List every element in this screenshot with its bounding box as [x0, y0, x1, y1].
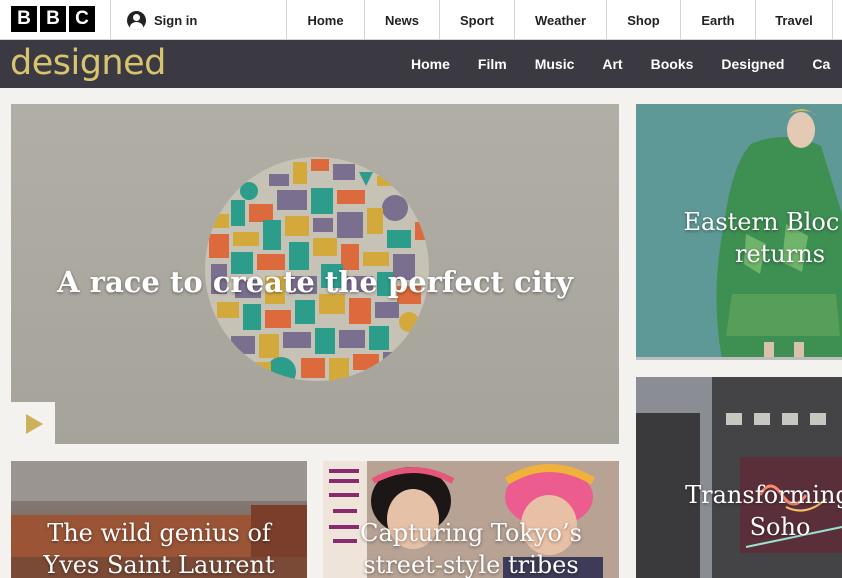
- section-nav-designed[interactable]: Designed: [707, 40, 798, 88]
- designed-logo[interactable]: designed: [10, 43, 166, 83]
- bbc-global-nav: Home News Sport Weather Shop Earth Trave…: [286, 0, 842, 40]
- bbc-logo[interactable]: B B C: [11, 6, 95, 32]
- story-title-tokyo: Capturing Tokyo’s street-style tribes: [323, 517, 619, 578]
- section-nav-music[interactable]: Music: [521, 40, 589, 88]
- bbc-logo-letter: C: [69, 6, 95, 32]
- story-title-line: Eastern Bloc de: [683, 208, 842, 236]
- story-title-line: Soho: [749, 513, 811, 541]
- global-nav-news[interactable]: News: [364, 0, 439, 40]
- story-title-line: returns: [734, 240, 826, 268]
- play-icon[interactable]: [11, 402, 55, 444]
- story-title-soho: Transforming S Soho: [658, 479, 842, 543]
- global-nav-travel[interactable]: Travel: [755, 0, 832, 40]
- section-nav-overflow[interactable]: Ca: [798, 40, 842, 88]
- story-title-line: The wild genius of: [47, 519, 271, 547]
- sign-in-label: Sign in: [154, 12, 198, 28]
- story-title-line: Transforming S: [685, 481, 842, 509]
- user-icon: [127, 10, 146, 30]
- soho-photo: [636, 377, 842, 578]
- story-title-eastern-bloc: Eastern Bloc de returns: [658, 206, 842, 270]
- global-nav-overflow[interactable]: [832, 0, 842, 40]
- story-card-ysl[interactable]: The wild genius of Yves Saint Laurent: [11, 461, 307, 578]
- section-nav: Home Film Music Art Books Designed Ca: [397, 40, 842, 88]
- bbc-global-header: B B C Sign in Home News Sport Weather Sh…: [0, 0, 842, 40]
- global-nav-sport[interactable]: Sport: [439, 0, 514, 40]
- story-title-line: Yves Saint Laurent: [43, 551, 275, 578]
- hero-story-title: A race to create the perfect city: [57, 265, 573, 299]
- story-title-line: street-style tribes: [363, 551, 579, 578]
- section-nav-art[interactable]: Art: [588, 40, 636, 88]
- bbc-logo-letter: B: [11, 6, 37, 32]
- designed-header: designed Home Film Music Art Books Desig…: [0, 40, 842, 88]
- header-divider: [110, 0, 111, 40]
- story-card-soho[interactable]: Transforming S Soho: [636, 377, 842, 578]
- bbc-logo-letter: B: [40, 6, 66, 32]
- section-nav-home[interactable]: Home: [397, 40, 464, 88]
- hero-story-card[interactable]: A race to create the perfect city: [11, 104, 619, 444]
- section-nav-books[interactable]: Books: [637, 40, 708, 88]
- sign-in-link[interactable]: Sign in: [127, 0, 197, 40]
- global-nav-shop[interactable]: Shop: [606, 0, 680, 40]
- story-title-ysl: The wild genius of Yves Saint Laurent: [11, 517, 307, 578]
- global-nav-home[interactable]: Home: [286, 0, 364, 40]
- section-nav-film[interactable]: Film: [464, 40, 521, 88]
- global-nav-weather[interactable]: Weather: [514, 0, 606, 40]
- story-card-eastern-bloc[interactable]: Eastern Bloc de returns: [636, 104, 842, 360]
- story-card-tokyo[interactable]: Capturing Tokyo’s street-style tribes: [323, 461, 619, 578]
- story-title-line: Capturing Tokyo’s: [360, 519, 582, 547]
- global-nav-earth[interactable]: Earth: [680, 0, 755, 40]
